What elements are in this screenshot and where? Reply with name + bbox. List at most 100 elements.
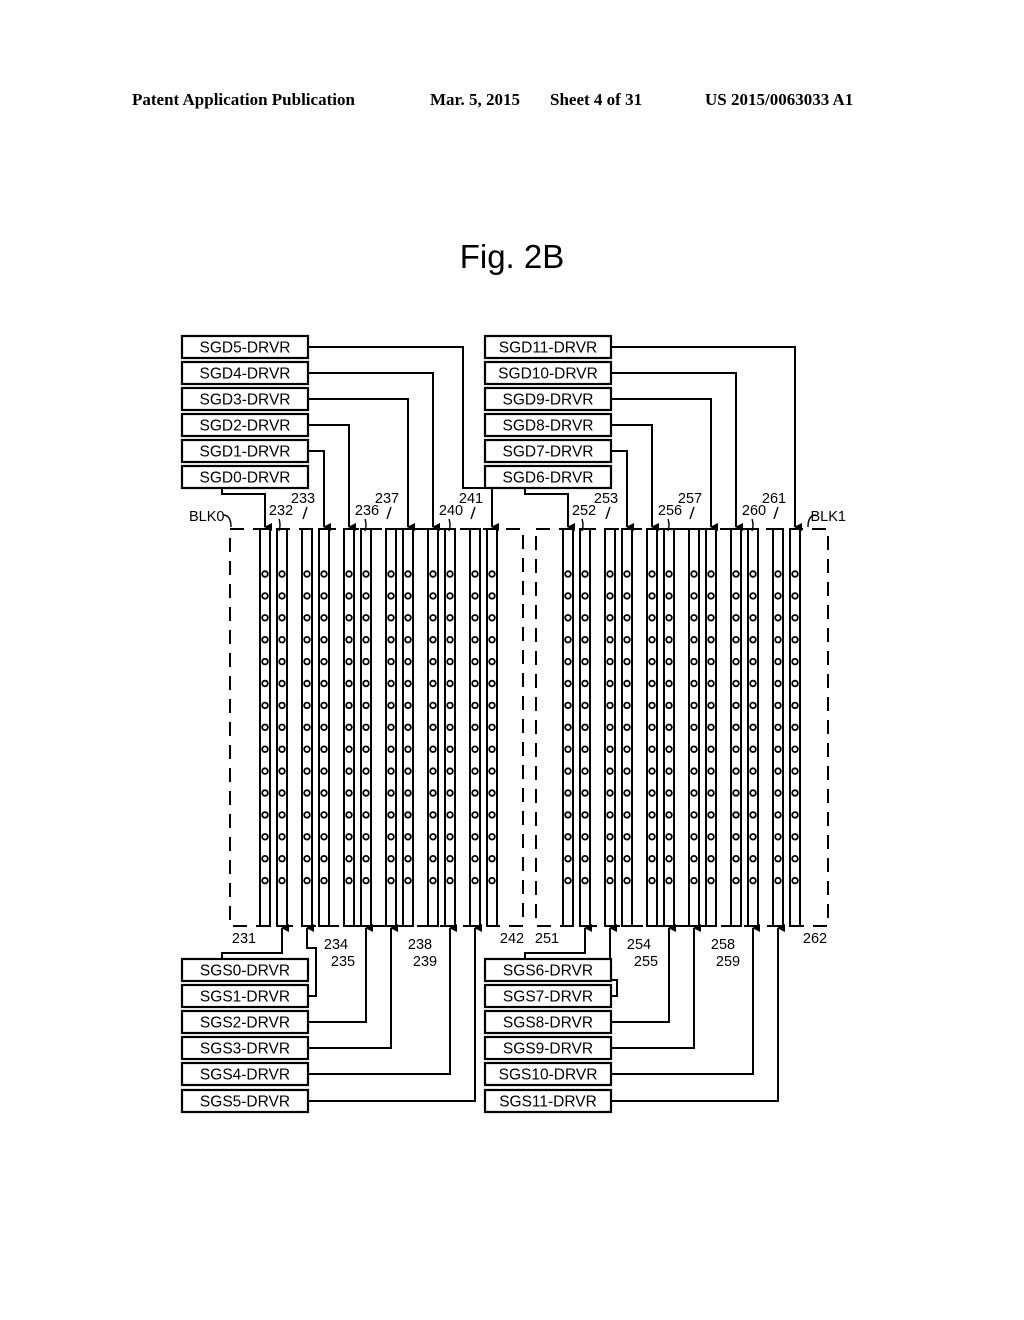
memory-hole	[261, 592, 269, 600]
memory-hole	[690, 833, 698, 841]
memory-hole	[303, 767, 311, 775]
memory-hole	[387, 701, 395, 710]
memory-hole	[749, 701, 757, 710]
memory-hole	[488, 592, 496, 600]
sgs-wire	[308, 924, 398, 1049]
sgs-driver-label: SGS5-DRVR	[200, 1094, 290, 1111]
memory-hole	[446, 811, 454, 819]
memory-hole	[791, 679, 799, 688]
memory-hole	[774, 745, 782, 753]
memory-hole	[749, 767, 757, 775]
reference-numeral: 237	[375, 491, 399, 507]
reference-numeral: 262	[803, 931, 827, 947]
memory-hole	[623, 789, 631, 797]
memory-hole	[446, 723, 454, 731]
memory-hole	[623, 855, 631, 863]
memory-hole	[345, 855, 353, 863]
memory-hole	[446, 592, 454, 600]
memory-hole	[488, 876, 496, 885]
memory-hole	[278, 701, 286, 710]
memory-hole	[362, 811, 370, 819]
memory-hole	[581, 833, 589, 841]
memory-hole	[564, 789, 572, 797]
reference-numeral: 261	[762, 491, 786, 507]
memory-hole	[345, 570, 353, 578]
memory-hole	[446, 745, 454, 753]
memory-hole	[345, 657, 353, 666]
memory-hole	[791, 701, 799, 710]
memory-hole	[707, 811, 715, 819]
memory-hole	[345, 723, 353, 731]
memory-hole	[429, 657, 437, 666]
memory-hole	[564, 876, 572, 885]
memory-hole	[774, 614, 782, 622]
memory-hole	[707, 767, 715, 775]
memory-hole	[362, 876, 370, 885]
reference-leader	[581, 518, 584, 532]
memory-hole	[429, 701, 437, 710]
memory-hole	[791, 614, 799, 622]
memory-hole	[690, 636, 698, 644]
memory-hole	[749, 657, 757, 666]
memory-hole	[732, 679, 740, 688]
memory-hole	[732, 876, 740, 885]
memory-hole	[665, 789, 673, 797]
memory-hole	[446, 789, 454, 797]
memory-hole	[564, 811, 572, 819]
memory-hole	[471, 767, 479, 775]
memory-hole	[488, 855, 496, 863]
memory-hole	[648, 767, 656, 775]
sgd-wire	[308, 424, 356, 531]
memory-hole	[623, 570, 631, 578]
memory-hole	[387, 657, 395, 666]
sgs-wire	[611, 924, 701, 1049]
memory-hole	[648, 592, 656, 600]
memory-hole	[387, 679, 395, 688]
memory-hole	[261, 723, 269, 731]
sgs-driver-label: SGS4-DRVR	[200, 1067, 290, 1084]
memory-hole	[488, 811, 496, 819]
memory-hole	[303, 723, 311, 731]
memory-hole	[488, 657, 496, 666]
memory-hole	[690, 876, 698, 885]
memory-hole	[774, 570, 782, 578]
memory-hole	[429, 570, 437, 578]
memory-hole	[278, 592, 286, 600]
memory-hole	[690, 592, 698, 600]
memory-hole	[362, 833, 370, 841]
memory-hole	[581, 767, 589, 775]
memory-hole	[581, 876, 589, 885]
memory-hole	[690, 855, 698, 863]
memory-hole	[261, 614, 269, 622]
memory-hole	[791, 876, 799, 885]
memory-hole	[387, 811, 395, 819]
memory-hole	[791, 767, 799, 775]
memory-hole	[623, 723, 631, 731]
memory-hole	[404, 876, 412, 885]
memory-hole	[707, 570, 715, 578]
memory-hole	[278, 636, 286, 644]
sgs-driver-label: SGS1-DRVR	[200, 989, 290, 1006]
sgs-driver-label: SGS6-DRVR	[503, 963, 593, 980]
memory-hole	[362, 789, 370, 797]
memory-hole	[345, 701, 353, 710]
memory-hole	[320, 833, 328, 841]
memory-hole	[471, 876, 479, 885]
memory-hole	[648, 855, 656, 863]
memory-hole	[345, 614, 353, 622]
memory-hole	[404, 723, 412, 731]
memory-hole	[261, 811, 269, 819]
reference-numeral: 233	[291, 491, 315, 507]
memory-hole	[261, 876, 269, 885]
memory-hole	[278, 833, 286, 841]
reference-leader	[364, 518, 367, 532]
memory-hole	[648, 636, 656, 644]
memory-hole	[429, 723, 437, 731]
memory-hole	[564, 614, 572, 622]
reference-numeral: 259	[716, 954, 740, 970]
memory-hole	[303, 636, 311, 644]
memory-hole	[606, 745, 614, 753]
memory-hole	[749, 745, 757, 753]
memory-hole	[446, 657, 454, 666]
memory-hole	[320, 811, 328, 819]
